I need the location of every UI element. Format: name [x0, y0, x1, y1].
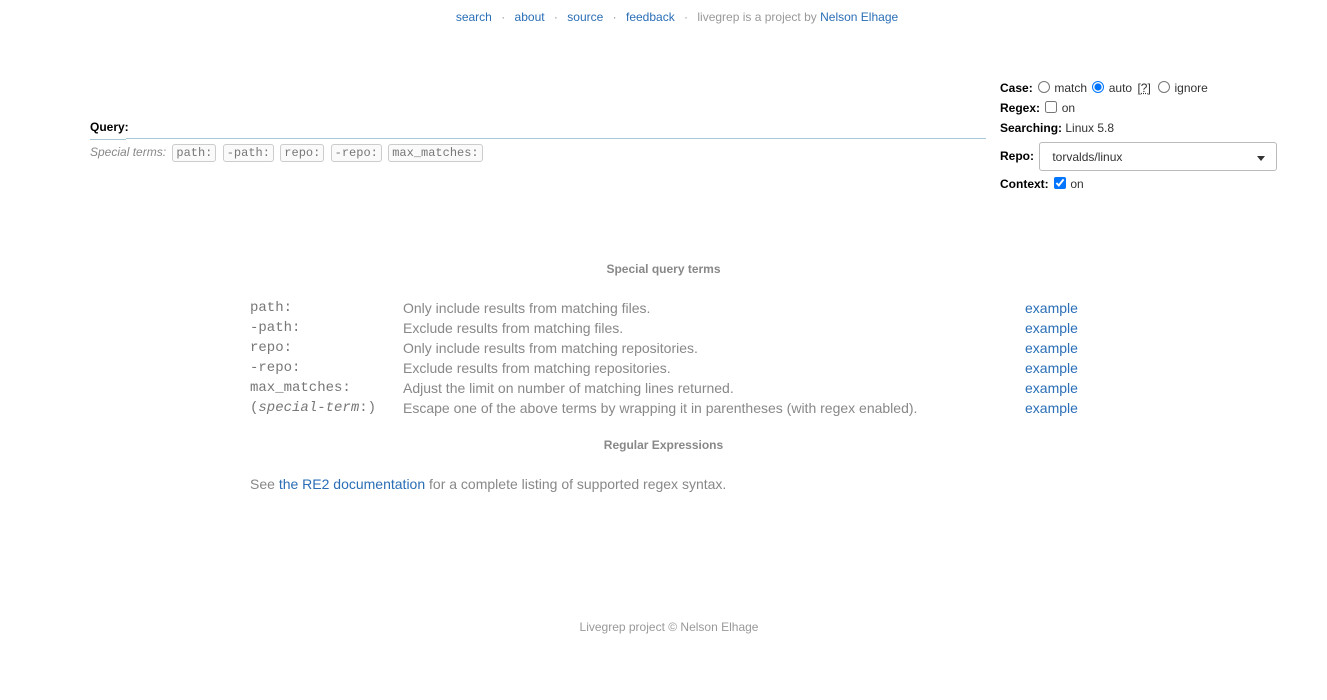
table-row: path: Only include results from matching… — [250, 298, 1080, 318]
regex-row: Regex: on — [1000, 98, 1277, 118]
nav-separator: · — [553, 10, 558, 24]
searching-row: Searching: Linux 5.8 — [1000, 118, 1277, 138]
chip-neg-path[interactable]: -path: — [222, 144, 274, 162]
chip-neg-repo[interactable]: -repo: — [330, 144, 382, 162]
context-checkbox[interactable] — [1054, 177, 1067, 189]
searching-label: Searching: — [1000, 121, 1063, 135]
context-on-label[interactable]: on — [1070, 177, 1083, 191]
table-row: max_matches: Adjust the limit on number … — [250, 378, 1080, 398]
case-label: Case: — [1000, 81, 1033, 95]
case-match-label[interactable]: match — [1054, 81, 1087, 95]
chevron-down-icon — [1257, 156, 1266, 162]
term-description: Exclude results from matching repositori… — [403, 360, 671, 376]
case-row: Case: match auto [?] ignore — [1000, 78, 1277, 98]
special-terms-title: Special query terms — [606, 262, 721, 276]
re2-suffix: for a complete listing of supported rege… — [429, 476, 727, 492]
nav-separator: · — [612, 10, 617, 24]
nav-separator: · — [501, 10, 506, 24]
top-nav: search · about · source · feedback · liv… — [0, 10, 1327, 24]
case-match-radio[interactable] — [1038, 81, 1051, 93]
nav-author-link[interactable]: Nelson Elhage — [820, 10, 898, 24]
chip-path[interactable]: path: — [172, 144, 217, 162]
chip-repo[interactable]: repo: — [280, 144, 325, 162]
case-ignore-label[interactable]: ignore — [1174, 81, 1207, 95]
table-row: -repo: Exclude results from matching rep… — [250, 358, 1080, 378]
term-name: (special-term:) — [250, 398, 376, 418]
nav-feedback-link[interactable]: feedback — [626, 10, 675, 24]
regex-checkbox[interactable] — [1045, 101, 1058, 113]
table-row: repo: Only include results from matching… — [250, 338, 1080, 358]
nav-search-link[interactable]: search — [456, 10, 492, 24]
example-link[interactable]: example — [1025, 338, 1078, 358]
options-panel: Case: match auto [?] ignore Regex: on Se… — [1000, 78, 1278, 194]
term-description: Adjust the limit on number of matching l… — [403, 380, 734, 396]
repo-select[interactable]: torvalds/linux — [1039, 142, 1278, 172]
term-description: Escape one of the above terms by wrappin… — [403, 400, 918, 416]
regex-label: Regex: — [1000, 101, 1041, 115]
repo-label: Repo: — [1000, 149, 1034, 163]
nav-about-link[interactable]: about — [515, 10, 545, 24]
table-row: (special-term:) Escape one of the above … — [250, 398, 1080, 418]
re2-docs-link[interactable]: the RE2 documentation — [279, 476, 425, 492]
example-link[interactable]: example — [1025, 318, 1078, 338]
repo-row: Repo: torvalds/linux — [1000, 140, 1278, 172]
example-link[interactable]: example — [1025, 298, 1078, 318]
case-help-link[interactable]: [?] — [1137, 81, 1150, 95]
repo-selected-value: torvalds/linux — [1052, 150, 1123, 165]
case-ignore-radio[interactable] — [1158, 81, 1171, 93]
special-terms-table: path: Only include results from matching… — [250, 298, 1080, 418]
term-name: -repo: — [250, 360, 301, 376]
term-name: path: — [250, 300, 293, 316]
regex-on-label[interactable]: on — [1062, 101, 1075, 115]
context-label: Context: — [1000, 177, 1049, 191]
query-label: Query: — [90, 120, 129, 134]
term-close-paren: :) — [359, 400, 377, 416]
footer: Livegrep project © Nelson Elhage — [579, 620, 759, 634]
term-description: Only include results from matching files… — [403, 300, 651, 316]
term-description: Only include results from matching repos… — [403, 340, 698, 356]
regex-section-title: Regular Expressions — [603, 438, 724, 452]
nav-separator: · — [684, 10, 689, 24]
nav-credit-text: livegrep is a project by — [697, 10, 817, 24]
term-name: max_matches: — [250, 380, 351, 396]
term-name: -path: — [250, 320, 301, 336]
term-name: repo: — [250, 340, 293, 356]
example-link[interactable]: example — [1025, 358, 1078, 378]
example-link[interactable]: example — [1025, 378, 1078, 398]
special-terms-hint: Special terms: path: -path: repo: -repo:… — [90, 144, 483, 162]
term-placeholder: special-term — [258, 400, 360, 416]
case-auto-radio[interactable] — [1092, 81, 1105, 93]
re2-note: See the RE2 documentation for a complete… — [250, 476, 726, 492]
searching-value: Linux 5.8 — [1065, 121, 1115, 135]
re2-prefix: See — [250, 476, 275, 492]
special-terms-label: Special terms: — [90, 145, 167, 159]
term-description: Exclude results from matching files. — [403, 320, 624, 336]
chip-max-matches[interactable]: max_matches: — [388, 144, 483, 162]
nav-source-link[interactable]: source — [567, 10, 603, 24]
example-link[interactable]: example — [1025, 398, 1078, 418]
query-input[interactable] — [126, 112, 986, 139]
context-row: Context: on — [1000, 174, 1277, 194]
query-underline — [90, 139, 126, 140]
table-row: -path: Exclude results from matching fil… — [250, 318, 1080, 338]
case-auto-label[interactable]: auto — [1109, 81, 1132, 95]
